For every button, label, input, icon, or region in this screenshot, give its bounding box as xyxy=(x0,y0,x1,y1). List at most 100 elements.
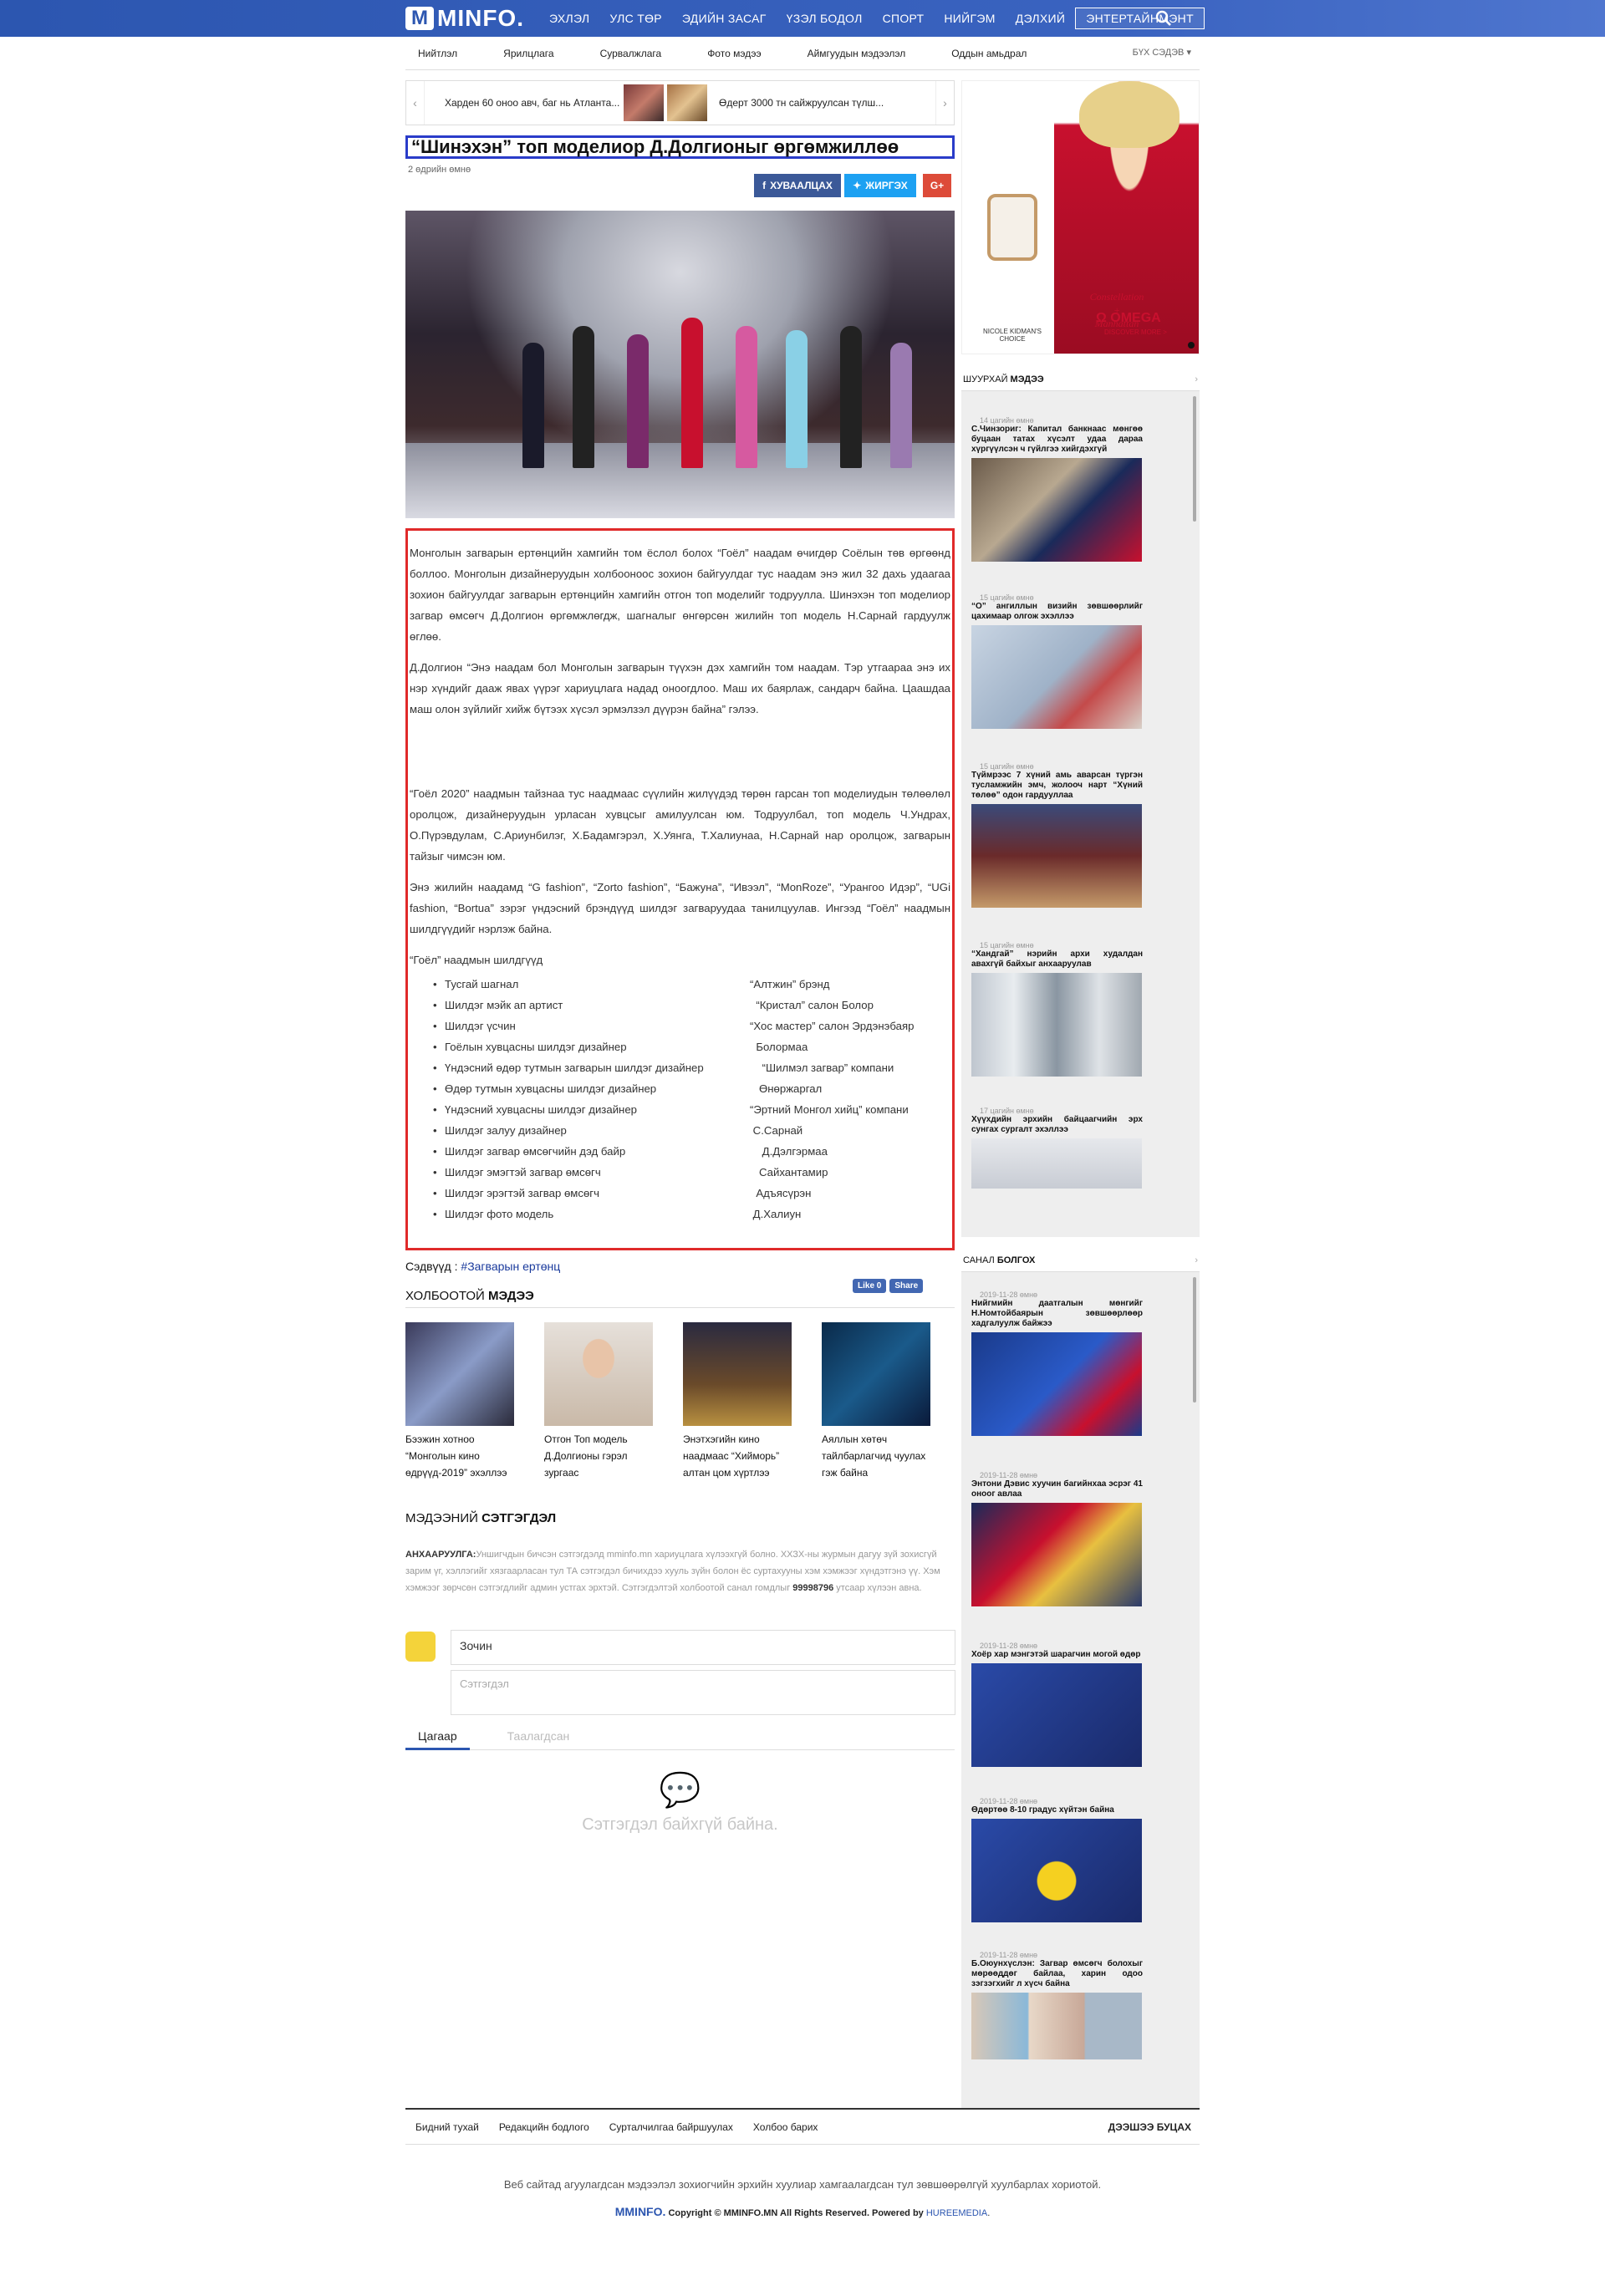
nav-item-world[interactable]: ДЭЛХИЙ xyxy=(1006,8,1076,29)
panel-scrollbar[interactable] xyxy=(1193,396,1196,522)
back-to-top-button[interactable]: ДЭЭШЭЭ БУЦАХ xyxy=(1108,2121,1191,2133)
comment-name-field[interactable]: Зочин xyxy=(451,1630,955,1665)
nav-item-opinion[interactable]: ҮЗЭЛ БОДОЛ xyxy=(777,8,873,29)
chevron-right-icon[interactable]: › xyxy=(1195,1255,1198,1265)
sidebar-news-item[interactable]: 2019-11-28 өмнө Энтони Дэвис хуучин баги… xyxy=(971,1471,1143,1606)
sidebar-news-item[interactable]: 14 цагийн өмнө С.Чинзориг: Капитал банкн… xyxy=(971,416,1143,562)
chevron-right-icon[interactable]: › xyxy=(1195,374,1198,384)
winner-name: Адъясүрэн xyxy=(750,1187,812,1199)
related-news-item[interactable]: Энэтхэгийн кино наадмаас “Хийморь” алтан… xyxy=(683,1322,792,1481)
related-news-item[interactable]: Отгон Топ модель Д.Долгионы гэрэл зургаа… xyxy=(544,1322,653,1481)
footer-link-contact[interactable]: Холбоо барих xyxy=(753,2121,818,2133)
winner-item: Шилдэг үсчин “Хос мастер” салон Эрдэнэбая… xyxy=(445,1016,950,1036)
facebook-widget: Like 0 Share xyxy=(853,1279,924,1293)
heading-part: МЭДЭЭ xyxy=(487,1289,534,1303)
chat-bubbles-icon: 💬 xyxy=(659,1772,701,1809)
sidebar-news-item[interactable]: 15 цагийн өмнө Түймрээс 7 хүний амь авар… xyxy=(971,762,1143,908)
ticker-item[interactable]: Өдерт 3000 тн сайжруулсан түлш... xyxy=(667,84,918,121)
related-thumb xyxy=(405,1322,514,1426)
sidebar-news-item[interactable]: 15 цагийн өмнө “О” ангиллын визийн зөвшө… xyxy=(971,593,1143,729)
news-thumb xyxy=(971,1819,1142,1922)
subnav-item-interviews[interactable]: Ярилцлага xyxy=(503,48,553,59)
subnav-item-provinces[interactable]: Аймгуудын мэдээлэл xyxy=(808,48,906,59)
fb-share-button[interactable]: Share xyxy=(889,1279,924,1293)
advertisement-banner[interactable]: Constellation + Manhattan Ω OMEGA NICOLE… xyxy=(961,80,1200,354)
related-news-item[interactable]: Аяллын хөтөч тайлбарлагчид чуулах гэж ба… xyxy=(822,1322,930,1481)
sidebar-news-item[interactable]: 2019-11-28 өмнө Өдөртөө 8-10 градус хүйт… xyxy=(971,1797,1143,1922)
caret-down-icon: ▾ xyxy=(1186,48,1191,58)
related-thumb xyxy=(822,1322,930,1426)
footer-link-about[interactable]: Бидний тухай xyxy=(415,2121,479,2133)
winners-list: Тусгай шагнал “Алтжин” брэнд Шилдэг мэйк … xyxy=(410,974,950,1224)
logo-text: MINFO. xyxy=(437,5,524,31)
winner-award: Шилдэг үсчин xyxy=(445,1020,516,1032)
sidebar-news-item[interactable]: 15 цагийн өмнө “Хандгай” нэрийн архи худ… xyxy=(971,941,1143,1077)
winner-award: Тусгай шагнал xyxy=(445,978,519,990)
related-thumb xyxy=(544,1322,653,1426)
figure-shape xyxy=(890,343,912,468)
nav-item-sport[interactable]: СПОРТ xyxy=(873,8,935,29)
ticker-prev-icon[interactable]: ‹ xyxy=(406,81,425,125)
tab-liked[interactable]: Таалагдсан xyxy=(495,1728,583,1750)
footer-link-editorial[interactable]: Редакцийн бодлого xyxy=(499,2121,589,2133)
article-date: 2 өдрийн өмнө xyxy=(408,165,471,175)
footer-link-advertise[interactable]: Сурталчилгаа байршуулах xyxy=(609,2121,733,2133)
empty-comments: 💬 Сэтгэгдэл байхгүй байна. xyxy=(405,1774,955,1835)
tag-link[interactable]: #Загварын ертөнц xyxy=(461,1260,560,1273)
powered-by-link[interactable]: HUREEMEDIA xyxy=(926,2208,987,2218)
copyright-text: Copyright © MMINFO.MN All Rights Reserve… xyxy=(668,2208,926,2218)
tab-latest[interactable]: Цагаар xyxy=(405,1728,470,1750)
winner-name: “Эртний Монгол хийц” компани xyxy=(750,1103,909,1116)
ad-model-hair xyxy=(1079,81,1180,148)
share-facebook-label: ХУВААЛЦАХ xyxy=(770,180,833,191)
subnav-item-celebrities[interactable]: Оддын амьдрал xyxy=(951,48,1027,59)
share-twitter-button[interactable]: ✦ ЖИРГЭХ xyxy=(844,174,916,197)
panel-scrollbar[interactable] xyxy=(1193,1277,1196,1403)
ticker-item-title: Харден 60 оноо авч, баг нь Атланта... xyxy=(445,97,620,109)
news-title: Нийгмийн даатгалын мөнгийг Н.Номтойбаяры… xyxy=(971,1299,1143,1328)
share-twitter-label: ЖИРГЭХ xyxy=(865,180,908,191)
all-topics-dropdown[interactable]: БҮХ СЭДЭВ ▾ xyxy=(1133,47,1191,58)
news-time: 15 цагийн өмнө xyxy=(980,593,1034,602)
sidebar-news-item[interactable]: 2019-11-28 өмнө Б.Оюунхүслэн: Загвар өмс… xyxy=(971,1951,1143,2059)
copyright-notice: Веб сайтад агуулагдсан мэдээлэл зохиогчи… xyxy=(503,2178,1102,2191)
ticker-next-icon[interactable]: › xyxy=(935,81,954,125)
nav-item-home[interactable]: ЭХЛЭЛ xyxy=(539,8,599,29)
news-time: 2019-11-28 өмнө xyxy=(980,1291,1038,1299)
subnav-item-articles[interactable]: Нийтлэл xyxy=(418,48,457,59)
comment-text-field[interactable]: Сэтгэгдэл xyxy=(451,1670,955,1715)
winner-item: Тусгай шагнал “Алтжин” брэнд xyxy=(445,974,950,995)
site-logo[interactable]: M MINFO. xyxy=(405,5,524,31)
article-hero-image xyxy=(405,211,955,518)
nav-item-society[interactable]: НИЙГЭМ xyxy=(934,8,1005,29)
carousel-dot[interactable] xyxy=(1188,342,1195,349)
divider xyxy=(405,1307,955,1308)
share-google-plus-button[interactable]: G+ xyxy=(923,174,951,197)
sidebar-news-item[interactable]: 2019-11-28 өмнө Хоёр хар мэнгэтэй шарагч… xyxy=(971,1642,1143,1767)
sidebar-news-item[interactable]: 2019-11-28 өмнө Нийгмийн даатгалын мөнги… xyxy=(971,1291,1143,1436)
subnav-item-photo-news[interactable]: Фото мэдээ xyxy=(707,48,761,59)
tags-label: Сэдвүүд : xyxy=(405,1260,458,1273)
nav-item-economy[interactable]: ЭДИЙН ЗАСАГ xyxy=(672,8,777,29)
search-icon[interactable] xyxy=(1155,10,1172,27)
heading-part: МЭДЭЭНИЙ xyxy=(405,1511,482,1525)
related-news-item[interactable]: Бээжин хотноо “Монголын кино өдрүүд-2019… xyxy=(405,1322,514,1481)
ticker-thumb xyxy=(624,84,664,121)
news-thumb xyxy=(971,1663,1142,1767)
breaking-news-heading: ШУУРХАЙ МЭДЭЭ › xyxy=(961,368,1200,391)
facebook-icon: f xyxy=(762,180,767,191)
ticker-item[interactable]: Харден 60 оноо авч, баг нь Атланта... xyxy=(445,84,664,121)
subnav-item-reports[interactable]: Сурвалжлага xyxy=(600,48,662,59)
news-time: 2019-11-28 өмнө xyxy=(980,1642,1038,1650)
news-title: Хүүхдийн эрхийн байцаагчийн эрх сунгах с… xyxy=(971,1115,1143,1134)
share-facebook-button[interactable]: f ХУВААЛЦАХ xyxy=(754,174,841,197)
nav-item-entertainment[interactable]: ЭНТЕРТАЙНМЭНТ xyxy=(1075,8,1205,29)
ad-discover-link[interactable]: DISCOVER MORE > xyxy=(1104,328,1167,336)
nav-item-politics[interactable]: УЛС ТӨР xyxy=(599,8,672,29)
winner-award: Шилдэг фото модель xyxy=(445,1208,554,1220)
heading-part: БОЛГОХ xyxy=(996,1255,1036,1265)
figure-shape xyxy=(736,326,757,468)
fb-like-button[interactable]: Like 0 xyxy=(853,1279,887,1293)
winner-item: Шилдэг загвар өмсөгчийн дэд байр Д.Дэлгэ… xyxy=(445,1141,950,1162)
sidebar-news-item[interactable]: 17 цагийн өмнө Хүүхдийн эрхийн байцаагчи… xyxy=(971,1107,1143,1189)
